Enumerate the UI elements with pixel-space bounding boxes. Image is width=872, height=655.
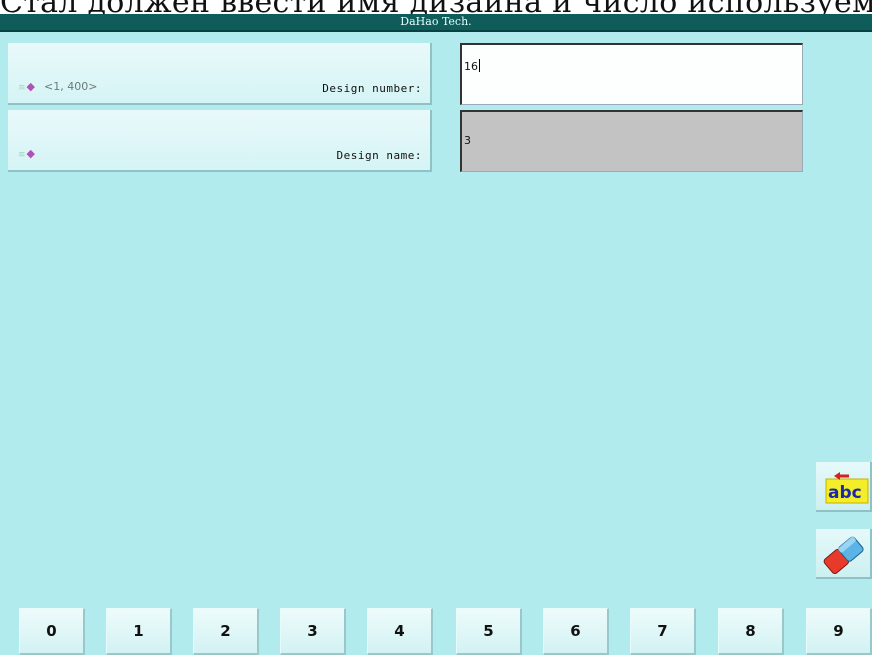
key-4[interactable]: 4 xyxy=(367,608,433,655)
key-1[interactable]: 1 xyxy=(106,608,172,655)
svg-text:abc: abc xyxy=(828,483,862,503)
key-8[interactable]: 8 xyxy=(718,608,784,655)
design-name-label: Design name: xyxy=(336,149,422,162)
window-title: DaHao Tech. xyxy=(400,15,472,28)
key-3[interactable]: 3 xyxy=(280,608,346,655)
design-number-input[interactable]: 16 xyxy=(460,43,803,105)
title-bar: DaHao Tech. xyxy=(0,14,872,32)
clear-button[interactable] xyxy=(816,529,872,579)
backspace-button[interactable]: abc xyxy=(816,462,872,512)
key-9[interactable]: 9 xyxy=(806,608,872,655)
design-number-value: 16 xyxy=(464,60,478,73)
design-number-row: ≡◆ <1, 400> Design number: xyxy=(8,43,432,105)
design-name-input[interactable]: 3 xyxy=(460,110,803,172)
text-caret xyxy=(479,59,480,72)
design-name-row: ≡◆ Design name: xyxy=(8,110,432,172)
design-number-range: <1, 400> xyxy=(44,80,98,93)
key-2[interactable]: 2 xyxy=(193,608,259,655)
key-7[interactable]: 7 xyxy=(630,608,696,655)
abc-backspace-icon: abc xyxy=(825,472,869,504)
key-6[interactable]: 6 xyxy=(543,608,609,655)
gem-bullet-icon: ≡◆ xyxy=(18,147,36,160)
gem-bullet-icon: ≡◆ xyxy=(18,80,36,93)
design-name-value: 3 xyxy=(464,134,471,147)
design-number-label: Design number: xyxy=(322,82,422,95)
key-0[interactable]: 0 xyxy=(19,608,85,655)
eraser-icon xyxy=(823,536,864,575)
key-5[interactable]: 5 xyxy=(456,608,522,655)
